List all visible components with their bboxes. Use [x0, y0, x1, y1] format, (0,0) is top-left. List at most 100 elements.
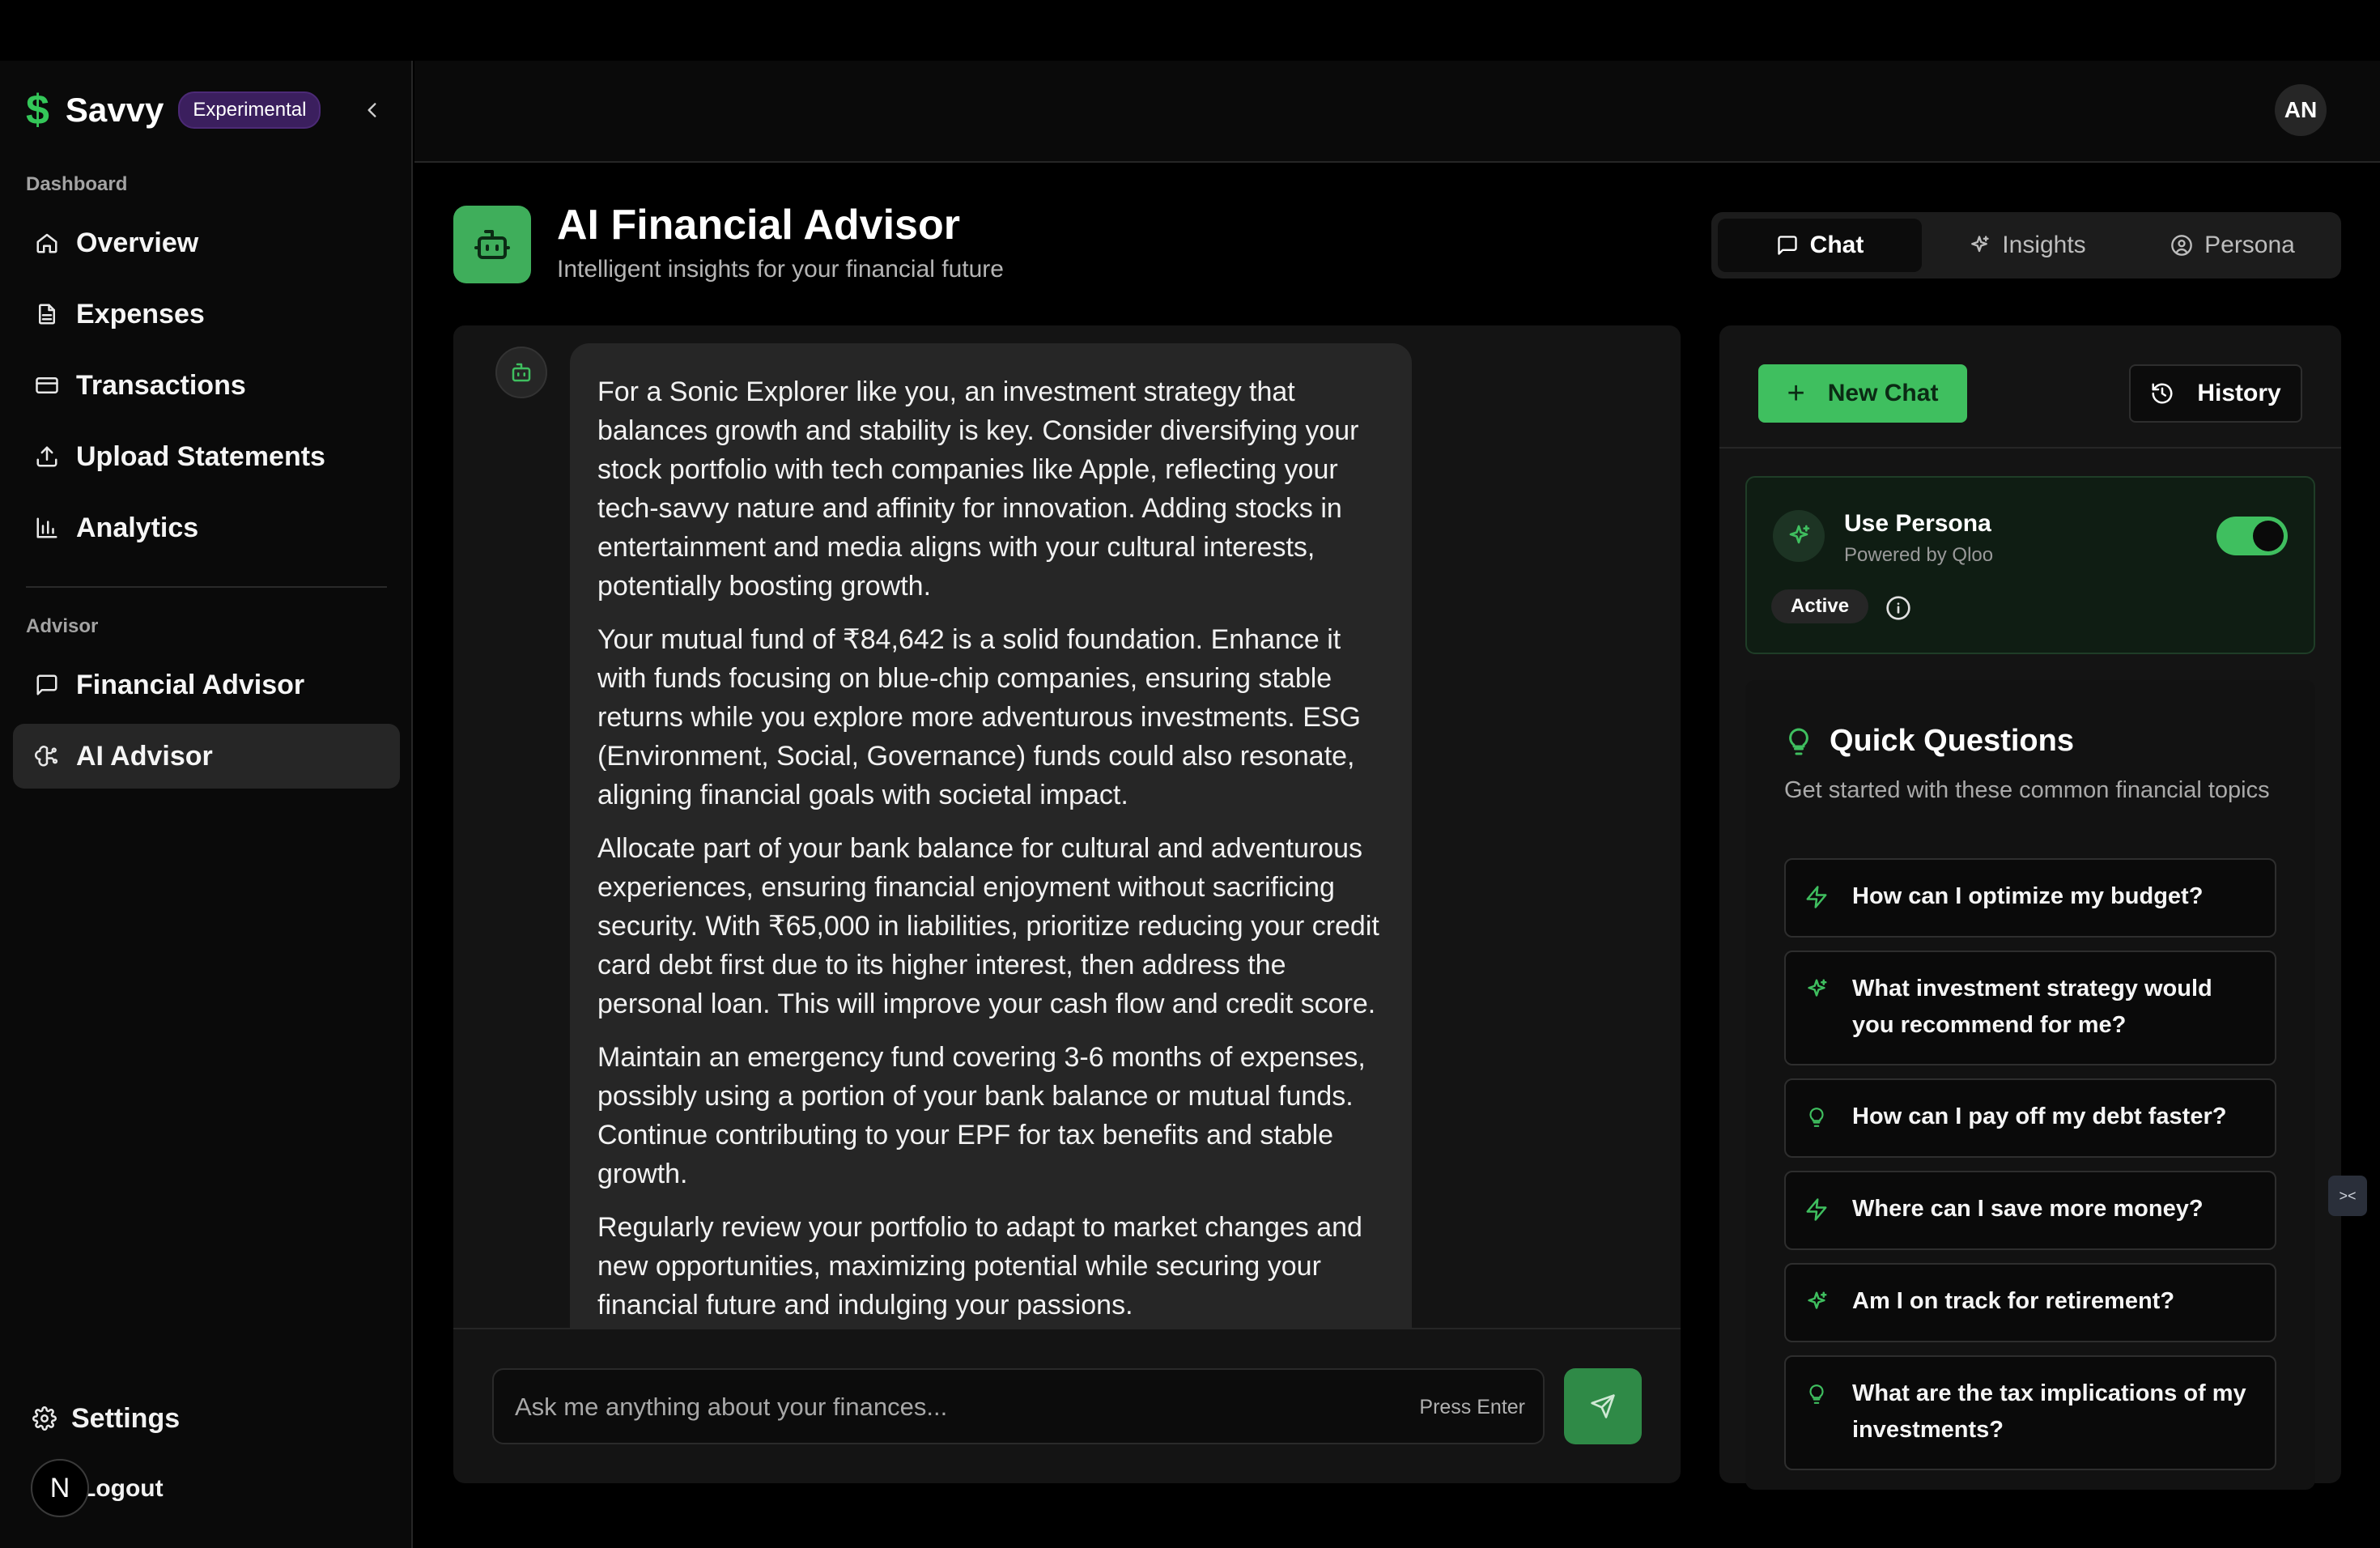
top-bar: [414, 61, 2380, 163]
quick-question-item[interactable]: What investment strategy would you recom…: [1784, 950, 2276, 1065]
quick-question-text: Where can I save more money?: [1852, 1196, 2204, 1222]
persona-card: [1745, 476, 2315, 654]
press-enter-hint: Press Enter: [1419, 1396, 1525, 1418]
chat-input-box[interactable]: Press Enter: [492, 1368, 1545, 1444]
status-badge: Active: [1771, 589, 1869, 623]
devtools-toggle-icon[interactable]: ><: [2328, 1176, 2367, 1216]
logout-button[interactable]: Logout: [81, 1475, 164, 1503]
assistant-message-bubble: For a Sonic Explorer like you, an invest…: [570, 343, 1412, 1328]
bot-avatar: [495, 347, 547, 398]
quick-question-text: What investment strategy would you recom…: [1852, 976, 2212, 1038]
avatar[interactable]: AN: [2275, 84, 2327, 136]
tab-persona[interactable]: Persona: [2131, 219, 2335, 272]
upload-icon: [32, 442, 62, 471]
user-circle-icon: [2170, 234, 2193, 257]
brain-circuit-icon: [32, 742, 62, 771]
quick-question-text: Am I on track for retirement?: [1852, 1288, 2175, 1314]
quick-question-text: How can I pay off my debt faster?: [1852, 1104, 2227, 1129]
message-square-icon: [32, 670, 62, 700]
new-chat-label: New Chat: [1827, 380, 1939, 406]
sidebar-item-label: Financial Advisor: [76, 669, 305, 700]
bar-chart-icon: [32, 513, 62, 542]
new-chat-button[interactable]: + New Chat: [1758, 364, 1967, 423]
sidebar-item-label: Analytics: [76, 512, 199, 543]
quick-question-item[interactable]: Am I on track for retirement?: [1784, 1263, 2276, 1342]
persona-subtitle: Powered by Qloo: [1844, 544, 1994, 566]
tab-label: Persona: [2204, 232, 2295, 258]
sparkles-icon: [1802, 973, 1831, 1006]
persona-title: Use Persona: [1844, 510, 1991, 537]
page-subtitle: Intelligent insights for your financial …: [557, 256, 1004, 283]
chevron-left-icon: [368, 103, 376, 117]
sparkles-icon: [1802, 1286, 1831, 1318]
sidebar-item-upload-statements[interactable]: Upload Statements: [13, 424, 400, 489]
sidebar-item-label: Upload Statements: [76, 440, 325, 472]
dollar-logo-icon: $: [26, 87, 49, 134]
brand-name: Savvy: [65, 91, 164, 129]
sidebar-item-financial-advisor[interactable]: Financial Advisor: [13, 653, 400, 717]
quick-question-item[interactable]: What are the tax implications of my inve…: [1784, 1355, 2276, 1470]
section-label-dashboard: Dashboard: [26, 173, 128, 195]
send-button[interactable]: [1564, 1368, 1642, 1444]
robot-icon: [453, 206, 531, 283]
toggle-knob: [2253, 521, 2284, 551]
collapse-sidebar-button[interactable]: [356, 92, 389, 128]
sidebar-item-transactions[interactable]: Transactions: [13, 353, 400, 418]
message-paragraph: Allocate part of your bank balance for c…: [597, 833, 1379, 1019]
robot-icon: [512, 363, 531, 382]
zap-icon: [1802, 1193, 1831, 1226]
credit-card-icon: [32, 371, 62, 400]
message-paragraph: Maintain an emergency fund covering 3-6 …: [597, 1042, 1366, 1189]
sidebar-item-label: Expenses: [76, 298, 205, 330]
view-tabs: Chat Insights Persona: [1711, 212, 2341, 279]
sidebar-item-label: Transactions: [76, 369, 246, 401]
tab-insights[interactable]: Insights: [1925, 219, 2129, 272]
message-square-icon: [1776, 234, 1799, 257]
gear-icon: [32, 1406, 57, 1431]
sidebar-item-ai-advisor[interactable]: AI Advisor: [13, 724, 400, 789]
sidebar-item-expenses[interactable]: Expenses: [13, 282, 400, 347]
zap-icon: [1802, 881, 1831, 913]
home-icon: [32, 228, 62, 257]
page-title: AI Financial Advisor: [557, 202, 960, 249]
brand[interactable]: $ Savvy Experimental: [26, 87, 321, 134]
history-icon: [2150, 381, 2174, 406]
tab-chat[interactable]: Chat: [1718, 219, 1922, 272]
sparkles-icon: [1968, 234, 1991, 257]
history-button[interactable]: History: [2129, 364, 2302, 423]
section-label-advisor: Advisor: [26, 615, 99, 637]
persona-toggle[interactable]: [2216, 517, 2288, 555]
right-panel-divider: [1719, 447, 2341, 449]
lightbulb-icon: [1781, 724, 1817, 759]
sidebar-item-settings[interactable]: Settings: [32, 1397, 180, 1440]
lightbulb-icon: [1802, 1101, 1831, 1133]
chat-input[interactable]: [513, 1370, 1326, 1444]
message-paragraph: Regularly review your portfolio to adapt…: [597, 1212, 1362, 1320]
settings-label: Settings: [71, 1402, 181, 1434]
sparkles-icon: [1773, 510, 1825, 562]
quick-question-text: What are the tax implications of my inve…: [1852, 1380, 2246, 1443]
plus-icon: +: [1787, 376, 1805, 410]
sidebar-item-analytics[interactable]: Analytics: [13, 495, 400, 560]
lightbulb-icon: [1802, 1378, 1831, 1410]
sidebar-item-label: AI Advisor: [76, 740, 213, 772]
tab-label: Insights: [2002, 232, 2086, 258]
quick-question-item[interactable]: Where can I save more money?: [1784, 1171, 2276, 1250]
document-icon: [32, 300, 62, 329]
experimental-badge: Experimental: [178, 91, 321, 129]
send-icon: [1591, 1394, 1615, 1418]
quick-question-item[interactable]: How can I optimize my budget?: [1784, 858, 2276, 938]
tab-label: Chat: [1809, 232, 1864, 258]
message-paragraph: For a Sonic Explorer like you, an invest…: [597, 376, 1359, 602]
history-label: History: [2197, 380, 2281, 406]
message-paragraph: Your mutual fund of ₹84,642 is a solid f…: [597, 624, 1362, 810]
sidebar-divider: [26, 586, 387, 588]
sidebar-item-overview[interactable]: Overview: [13, 211, 400, 275]
quick-question-item[interactable]: How can I pay off my debt faster?: [1784, 1078, 2276, 1158]
n-logo-badge[interactable]: N: [31, 1459, 89, 1517]
quick-questions-subtitle: Get started with these common financial …: [1784, 777, 2270, 803]
quick-questions-title: Quick Questions: [1830, 724, 2074, 758]
quick-question-text: How can I optimize my budget?: [1852, 883, 2204, 909]
info-icon[interactable]: [1885, 594, 1912, 622]
sidebar-item-label: Overview: [76, 227, 199, 258]
